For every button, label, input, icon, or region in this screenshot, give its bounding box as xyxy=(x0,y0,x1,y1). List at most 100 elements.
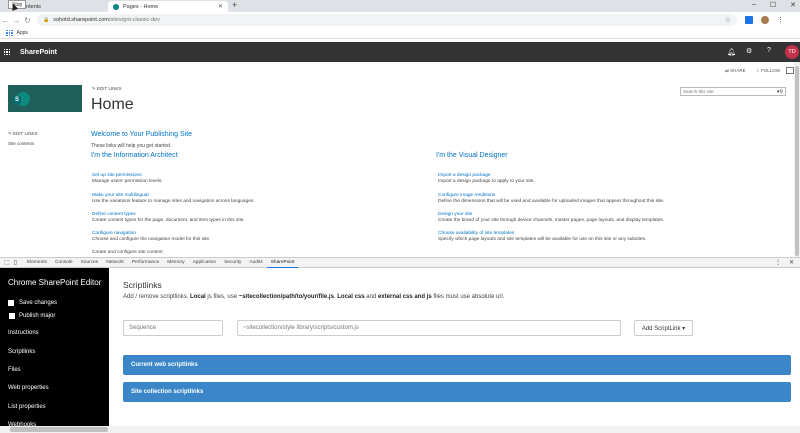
link-description: Define the dimensions that will be used … xyxy=(438,199,665,204)
search-input[interactable]: Search this site ▾⚲ xyxy=(680,87,786,96)
editor-title: Chrome SharePoint Editor xyxy=(8,278,102,287)
link-define-content-types[interactable]: Define content types xyxy=(92,212,245,217)
editor-main xyxy=(109,268,800,433)
add-scriptlink-button[interactable]: Add ScriptLink ▾ xyxy=(634,320,693,336)
link-set-up-site-permissions[interactable]: Set up site permissions xyxy=(92,173,163,178)
link-item: Design your site Create the brand of you… xyxy=(438,212,664,223)
sharepoint-favicon-icon xyxy=(113,3,119,10)
tab-sources[interactable]: Sources xyxy=(77,258,103,268)
link-description: Choose and configure the navigation mode… xyxy=(92,237,211,242)
tab-application[interactable]: Application xyxy=(189,258,220,268)
bookmark-star-icon[interactable]: ☆ xyxy=(725,16,731,24)
edit-links-top[interactable]: ✎ EDIT LINKS xyxy=(92,86,121,92)
welcome-heading: Welcome to Your Publishing Site xyxy=(91,131,193,138)
browser-tab-strip: ontents ✕ Pages - Home ✕ + – ☐ ✕ Stop xyxy=(0,0,800,12)
maximize-button[interactable]: ☐ xyxy=(770,1,776,9)
link-description: Manage users' permission levels. xyxy=(92,179,163,184)
tab-sharepoint[interactable]: SharePoint xyxy=(266,258,299,268)
address-bar[interactable]: 🔒 sohotd.sharepoint.com /sites/gnt-class… xyxy=(37,14,737,26)
sidebar-item-instructions[interactable]: Instructions xyxy=(8,330,39,336)
apps-bookmark[interactable]: Apps xyxy=(17,30,28,36)
link-make-site-multilingual[interactable]: Make your site multilingual xyxy=(92,193,255,198)
extension-sharepoint-icon[interactable] xyxy=(745,16,753,24)
site-collection-scriptlinks-panel[interactable]: Site collection scriptlinks xyxy=(123,382,791,402)
tab-network[interactable]: Network xyxy=(102,258,128,268)
waffle-icon xyxy=(3,48,11,56)
back-arrow-icon[interactable]: ← xyxy=(0,16,11,25)
device-toolbar-icon[interactable]: ▯ xyxy=(14,259,17,266)
search-dropdown-icon[interactable]: ▾⚲ xyxy=(777,89,783,95)
forward-arrow-icon[interactable]: → xyxy=(11,16,22,25)
devtools-controls: ⋮ ✕ xyxy=(775,259,800,266)
link-description: Create the brand of your site through de… xyxy=(438,218,665,223)
lock-icon: 🔒 xyxy=(43,17,50,23)
information-architect-heading: I'm the Information Architect xyxy=(91,152,178,159)
link-item: Import a design package Import a design … xyxy=(438,173,535,184)
save-changes-checkbox[interactable]: Save changes xyxy=(8,300,57,306)
bookmarks-bar: Apps xyxy=(0,28,800,39)
scriptlink-url-input[interactable]: ~sitecollection/style library/scripts/cu… xyxy=(237,320,621,336)
left-nav-site-contents[interactable]: Site contents xyxy=(8,141,34,146)
focus-icon[interactable] xyxy=(786,67,794,74)
horizontal-scrollbar-thumb[interactable] xyxy=(10,427,108,432)
tab-security[interactable]: Security xyxy=(220,258,245,268)
site-logo[interactable]: S xyxy=(8,85,82,112)
share-button[interactable]: ⇄ SHARE xyxy=(725,68,746,74)
current-web-scriptlinks-panel[interactable]: Current web scriptlinks xyxy=(123,355,791,375)
welcome-subtext: These links will help you get started. xyxy=(91,143,172,149)
tab-audits[interactable]: Audits xyxy=(245,258,266,268)
left-nav-edit-links[interactable]: ✎ EDIT LINKS xyxy=(8,131,37,137)
link-item: Create and configure site content xyxy=(92,250,163,255)
user-avatar[interactable]: TD xyxy=(785,45,799,59)
link-item: Define content types Create content type… xyxy=(92,212,245,223)
link-item: Configure image renditions Define the di… xyxy=(438,193,664,204)
checkbox-icon xyxy=(9,313,15,319)
tab-console[interactable]: Console xyxy=(51,258,77,268)
tab-memory[interactable]: Memory xyxy=(163,258,188,268)
gear-icon[interactable]: ⚙ xyxy=(746,47,752,55)
page-scrollbar-thumb[interactable] xyxy=(795,66,799,256)
link-configure-image-renditions[interactable]: Configure image renditions xyxy=(438,193,664,198)
follow-button[interactable]: ☆ FOLLOW xyxy=(756,68,780,74)
devtools-menu-icon[interactable]: ⋮ xyxy=(775,259,781,266)
link-create-configure-content[interactable]: Create and configure site content xyxy=(92,250,163,255)
sidebar-item-files[interactable]: Files xyxy=(8,367,21,373)
url-host: sohotd.sharepoint.com xyxy=(53,17,109,23)
sidebar-item-list-properties[interactable]: List properties xyxy=(8,404,46,410)
visual-designer-heading: I'm the Visual Designer xyxy=(436,152,508,159)
profile-avatar[interactable] xyxy=(761,16,769,24)
close-tab-icon[interactable]: ✕ xyxy=(218,3,223,10)
tab-label: Pages - Home xyxy=(123,3,159,10)
tab-performance[interactable]: Performance xyxy=(128,258,163,268)
minimize-button[interactable]: – xyxy=(752,1,756,9)
apps-grid-icon xyxy=(6,29,13,37)
link-item: Configure navigation Choose and configur… xyxy=(92,231,210,242)
link-configure-navigation[interactable]: Configure navigation xyxy=(92,231,210,236)
publish-major-checkbox[interactable]: Publish major xyxy=(9,313,55,319)
browser-tab-pages-home[interactable]: Pages - Home ✕ xyxy=(108,1,228,12)
app-launcher-button[interactable] xyxy=(0,48,18,56)
link-description: Specify which page layouts and site temp… xyxy=(438,237,647,242)
link-description: Use the variations feature to manage sit… xyxy=(92,199,255,204)
address-row: ← → ↻ 🔒 sohotd.sharepoint.com /sites/gnt… xyxy=(0,12,800,28)
help-icon[interactable]: ? xyxy=(767,47,771,54)
link-description: Create content types for the page, docum… xyxy=(92,218,245,223)
sidebar-item-web-properties[interactable]: Web properties xyxy=(8,385,49,391)
devtools-close-icon[interactable]: ✕ xyxy=(789,259,794,266)
reload-icon[interactable]: ↻ xyxy=(22,16,33,25)
editor-sidebar: Chrome SharePoint Editor Save changes Pu… xyxy=(0,268,109,433)
menu-dots-icon[interactable]: ⋮ xyxy=(777,16,784,24)
close-window-button[interactable]: ✕ xyxy=(790,1,796,9)
link-import-design-package[interactable]: Import a design package xyxy=(438,173,535,178)
link-design-your-site[interactable]: Design your site xyxy=(438,212,664,217)
sharepoint-brand[interactable]: SharePoint xyxy=(20,49,57,56)
tab-elements[interactable]: Elements xyxy=(23,258,51,268)
sidebar-item-scriptlinks[interactable]: Scriptlinks xyxy=(8,349,35,355)
bell-icon[interactable]: 🔔︎ xyxy=(727,48,736,56)
sequence-input[interactable]: Sequence xyxy=(123,320,223,336)
horizontal-scrollbar[interactable] xyxy=(0,426,800,433)
link-choose-site-templates[interactable]: Choose availability of site templates xyxy=(438,231,646,236)
new-tab-button[interactable]: + xyxy=(232,0,237,10)
inspect-icon[interactable]: ⬚ xyxy=(4,259,10,266)
link-item: Set up site permissions Manage users' pe… xyxy=(92,173,163,184)
